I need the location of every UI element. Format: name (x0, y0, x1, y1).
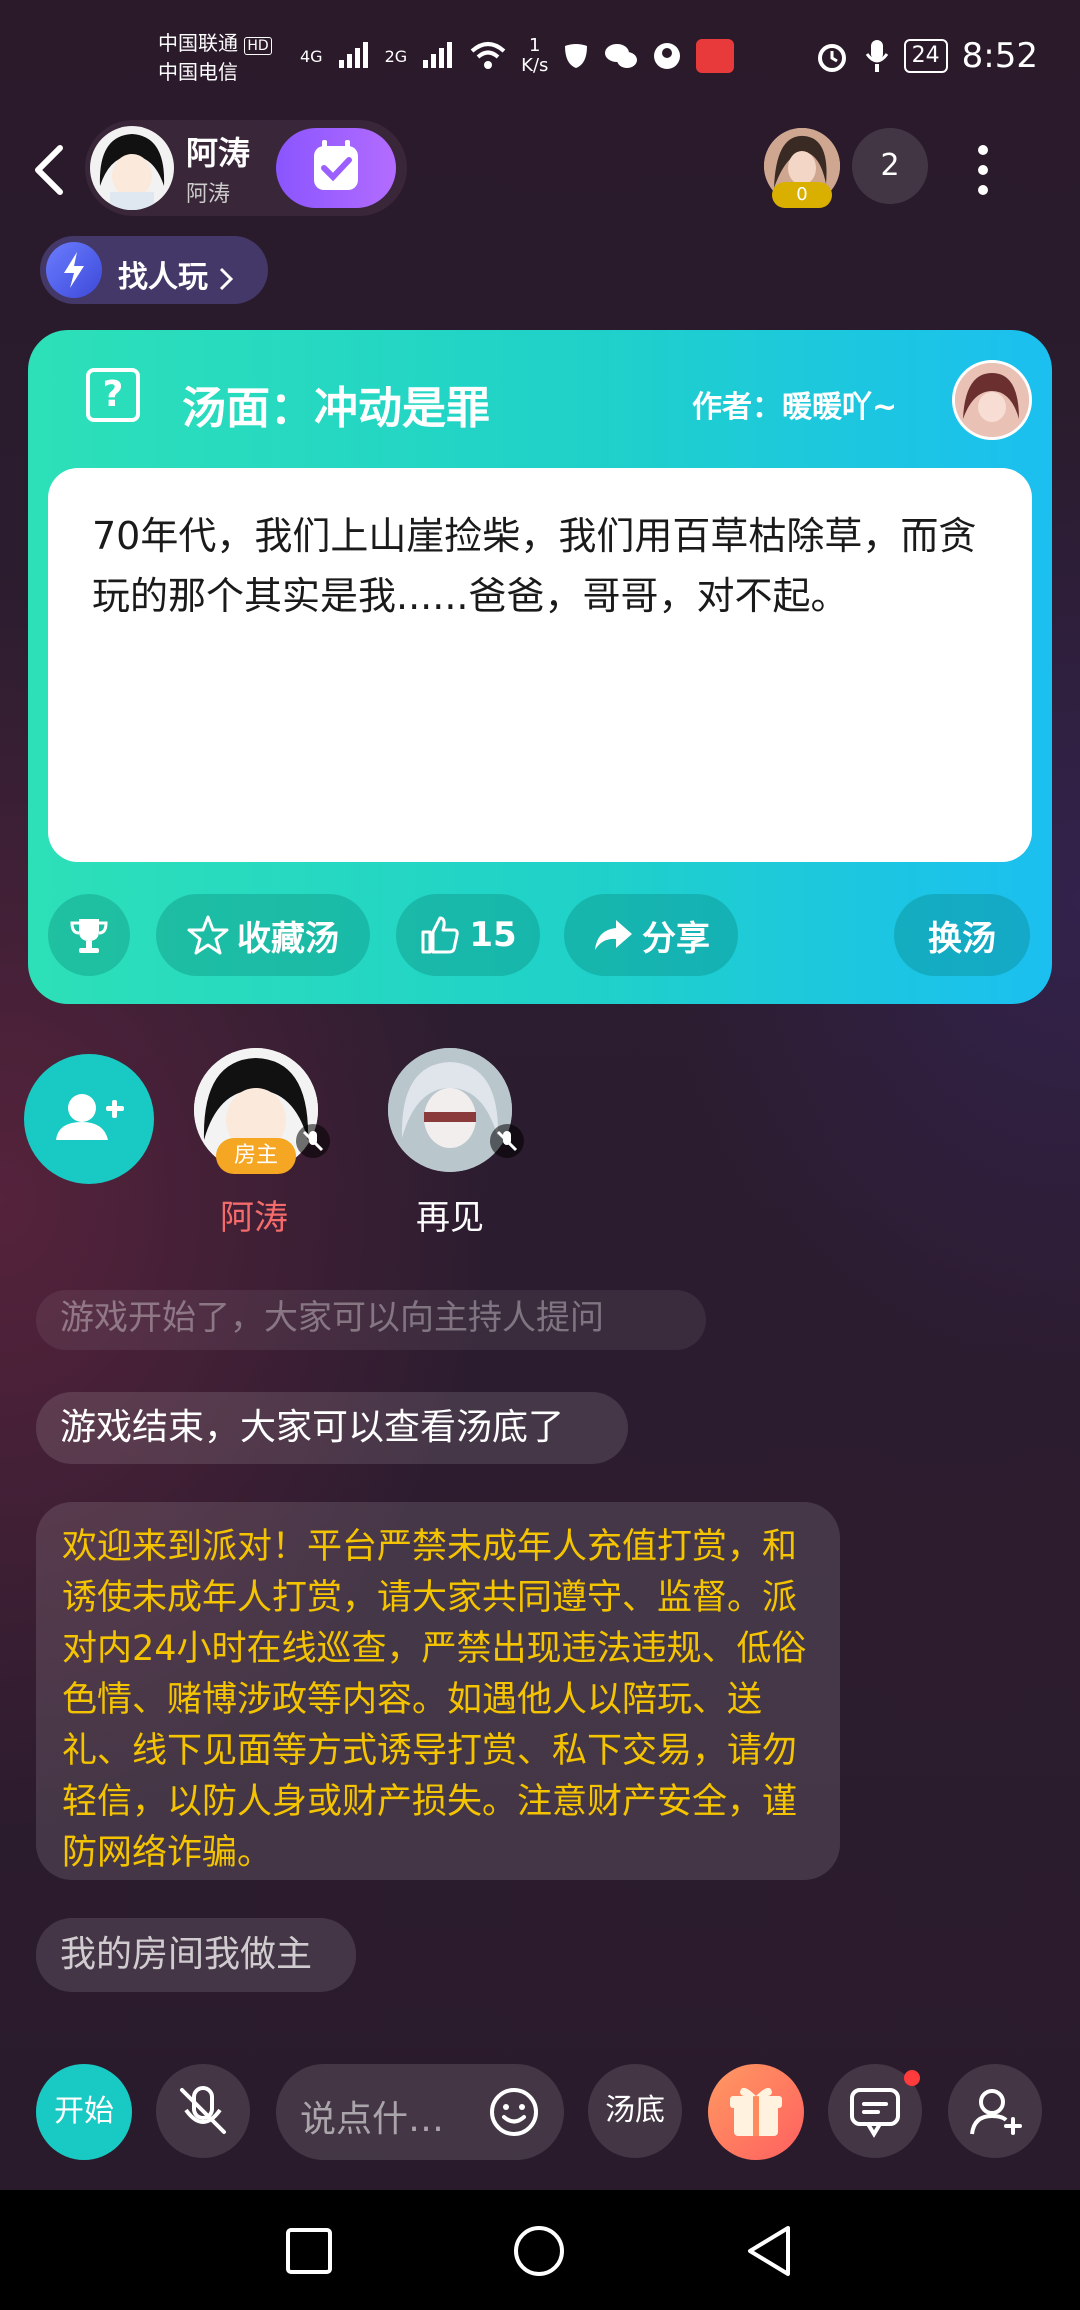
online-count[interactable]: 2 (852, 128, 928, 204)
lightning-icon (46, 242, 102, 298)
mic-off-icon (180, 2086, 226, 2134)
status-right: 24 8:52 (814, 36, 1038, 76)
puzzle-author[interactable]: 作者：暖暖吖~ (692, 382, 897, 426)
status-time: 8:52 (961, 36, 1038, 76)
chat-message: 游戏结束，大家可以查看汤底了 (36, 1392, 628, 1464)
seat-name-2: 再见 (416, 1198, 484, 1238)
thumbs-up-icon (421, 916, 460, 954)
add-user-icon (56, 1094, 124, 1140)
shield-app-icon (654, 43, 681, 69)
recents-square-icon[interactable] (284, 2226, 334, 2276)
home-circle-icon[interactable] (512, 2224, 566, 2278)
change-puzzle-button[interactable]: 换汤 (894, 894, 1030, 976)
more-options-icon[interactable] (968, 140, 998, 200)
mask-app-icon (565, 44, 588, 68)
system-notice-message: 欢迎来到派对！平台严禁未成年人充值打赏，和诱使未成年人打赏，请大家共同遵守、监督… (36, 1502, 840, 1880)
chat-message-faded: 游戏开始了，大家可以向主持人提问 (36, 1290, 706, 1350)
mic-muted-icon-2 (490, 1124, 524, 1158)
emoji-icon[interactable] (488, 2086, 540, 2138)
audience-coin-badge: 0 (772, 182, 832, 208)
star-icon (187, 915, 229, 955)
find-players-label: 找人玩 (118, 252, 234, 296)
host-name: 阿涛 (186, 134, 251, 172)
start-game-button[interactable]: 开始 (36, 2064, 132, 2160)
trophy-button[interactable] (48, 894, 130, 976)
back-arrow-icon[interactable] (28, 140, 68, 200)
seat-name-owner: 阿涛 (220, 1198, 288, 1238)
hd-badge: HD (244, 37, 272, 55)
share-arrow-icon (595, 920, 632, 950)
add-friend-icon (970, 2089, 1022, 2135)
signal-icon (338, 42, 368, 68)
chat-input-placeholder[interactable]: 说点什… (300, 2090, 480, 2142)
question-icon: ? (86, 368, 140, 422)
back-triangle-icon[interactable] (744, 2224, 794, 2278)
add-friend-button[interactable] (948, 2064, 1042, 2158)
share-button[interactable]: 分享 (564, 894, 738, 976)
gift-icon (730, 2087, 782, 2136)
puzzle-story: 70年代，我们上山崖捡柴，我们用百草枯除草，而贪玩的那个其实是我......爸爸… (92, 514, 977, 618)
checkin-icon (314, 140, 358, 190)
trophy-icon (70, 919, 108, 953)
mic-muted-icon (296, 1124, 330, 1158)
like-button[interactable]: 15 (396, 894, 540, 976)
huawei-store-icon (696, 39, 735, 73)
host-subname: 阿涛 (186, 182, 231, 207)
reveal-answer-button[interactable]: 汤底 (588, 2064, 682, 2158)
status-carrier: 中国联通 HD 中国电信 (158, 30, 272, 85)
mic-icon (865, 40, 888, 72)
checkin-button[interactable] (276, 128, 396, 208)
battery-icon: 24 (903, 39, 948, 73)
invite-user-button[interactable] (24, 1054, 154, 1184)
alarm-icon (817, 44, 846, 72)
owner-badge: 房主 (216, 1138, 296, 1174)
signal-icon-2 (423, 42, 453, 68)
host-avatar[interactable] (90, 126, 174, 210)
favorite-button[interactable]: 收藏汤 (156, 894, 370, 976)
gift-button[interactable] (708, 2064, 804, 2160)
author-avatar[interactable] (952, 360, 1032, 440)
chevron-right-icon (220, 267, 234, 290)
notification-dot (904, 2070, 920, 2086)
chat-message: 我的房间我做主 (36, 1918, 356, 1992)
mic-toggle-button[interactable] (156, 2064, 250, 2158)
wechat-icon (605, 44, 638, 68)
puzzle-title: 汤面：冲动是罪 (182, 383, 490, 434)
status-network-icons: 4G 2G 1 K/s (300, 36, 735, 76)
wifi-icon (470, 42, 506, 69)
